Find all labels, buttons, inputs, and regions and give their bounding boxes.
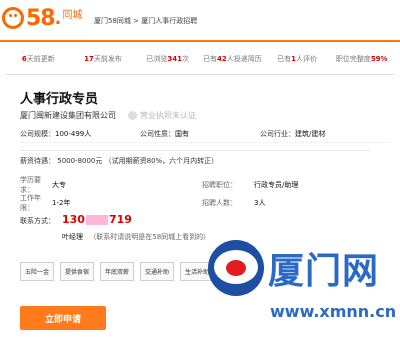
contact-person-row: 叶经理 （联系时请说明是在58同城上看到的） [62, 232, 210, 242]
watermark-logo-icon [208, 240, 264, 296]
company-row: 厦门闽新建设集团有限公司 营业执照未认证 [20, 110, 196, 121]
watermark-text: 厦门网 [268, 251, 380, 292]
benefit-tag: 五险一金 [20, 262, 55, 281]
salary-row: 薪资待遇： 5000-8000元 （试用期薪资80%，六个月内转正） [20, 156, 218, 166]
license-status-icon [128, 111, 137, 120]
stat-published: 17天前发布 [84, 55, 122, 63]
company-name[interactable]: 厦门闽新建设集团有限公司 [20, 110, 116, 121]
salary-value: 5000-8000元 [57, 157, 103, 165]
breadcrumb[interactable]: 厦门58同城 > 厦门人事行政招聘 [94, 16, 197, 26]
stat-applications: 已有42人投递简历 [202, 55, 262, 63]
details-row-1: 学历要求： 大专 招聘职位： 行政专员/助理 [20, 176, 390, 194]
benefit-tag: 提供食宿 [60, 262, 95, 281]
site-logo[interactable]: 58 . 同城 [2, 4, 82, 32]
benefit-tag: 交通补助 [140, 262, 175, 281]
position-value: 行政专员/助理 [254, 181, 299, 189]
education-label: 学历要求： [20, 176, 41, 194]
salary-note: （试用期薪资80%，六个月内转正） [104, 157, 219, 165]
experience-label: 工作年限： [20, 194, 41, 212]
headcount-label: 招聘人数： [202, 199, 237, 207]
company-industry: 公司行业：建筑/建材 [260, 130, 326, 138]
education-value: 大专 [52, 181, 66, 189]
contact-label: 联系方式： [20, 217, 55, 225]
smile-icon [2, 7, 24, 29]
job-stats-bar: 6天前更新 17天前发布 已浏览341次 已有42人投递简历 已有1人评价 职位… [6, 44, 394, 75]
company-scale: 公司规模：100-499人 [20, 130, 92, 138]
company-info: 公司规模：100-499人 公司性质：国有 公司行业：建筑/建材 [20, 126, 390, 143]
watermark-url: www.xmnn.cn [270, 302, 397, 321]
benefit-tag: 年底双薪 [100, 262, 135, 281]
contact-person: 叶经理 [62, 233, 83, 241]
contact-phone[interactable]: 130 719 [62, 213, 132, 226]
stat-reviews: 已有1人评价 [277, 55, 317, 63]
job-title: 人事行政专员 [20, 92, 99, 107]
salary-label: 薪资待遇： [20, 157, 55, 165]
watermark: 厦门网 www.xmnn.cn [208, 240, 398, 340]
experience-value: 1-2年 [52, 199, 71, 207]
company-nature: 公司性质：国有 [140, 130, 189, 138]
logo-number: 58 [26, 5, 56, 31]
logo-dot: . [54, 7, 62, 29]
job-posting-page: 58 . 同城 厦门58同城 > 厦门人事行政招聘 6天前更新 17天前发布 已… [0, 0, 400, 342]
license-status: 营业执照未认证 [140, 111, 196, 120]
details-row-2: 工作年限： 1-2年 招聘人数： 3人 [20, 194, 390, 212]
position-label: 招聘职位： [202, 181, 237, 189]
contact-note: （联系时请说明是在58同城上看到的） [89, 233, 211, 241]
job-details: 学历要求： 大专 招聘职位： 行政专员/助理 工作年限： 1-2年 招聘人数： … [20, 176, 390, 212]
logo-city: 同城 [62, 9, 83, 21]
stat-updated: 6天前更新 [21, 55, 55, 63]
apply-button[interactable]: 立即申请 [20, 306, 106, 330]
stat-views: 已浏览341次 [146, 55, 189, 63]
headcount-value: 3人 [254, 199, 266, 207]
company-info-row: 公司规模：100-499人 公司性质：国有 公司行业：建筑/建材 [20, 126, 390, 143]
divider [20, 150, 370, 151]
phone-mask [85, 215, 108, 225]
site-header: 58 . 同城 厦门58同城 > 厦门人事行政招聘 [0, 0, 400, 42]
stat-completeness: 职位完整度59% [335, 55, 388, 63]
